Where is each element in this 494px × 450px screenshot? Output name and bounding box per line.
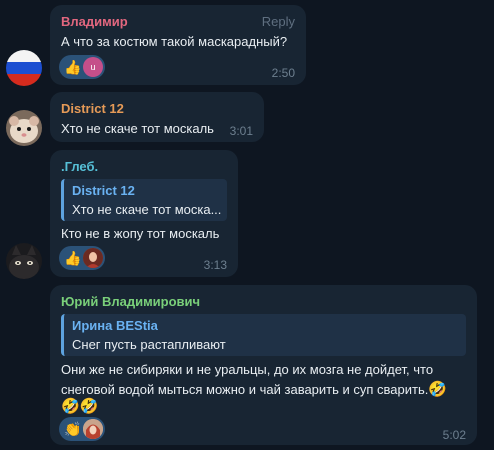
thumbs-up-icon: 👍: [64, 59, 82, 75]
cat-avatar-icon: [6, 243, 42, 279]
reaction-clap[interactable]: 👏: [59, 417, 105, 441]
avatar-vladimir[interactable]: [6, 50, 42, 86]
reply-link[interactable]: Reply: [262, 14, 295, 29]
quoted-reply[interactable]: Ирина BEStia Снег пусть растапливают: [61, 314, 466, 356]
message-bubble-4[interactable]: Юрий Владимирович Ирина BEStia Снег пуст…: [50, 285, 477, 445]
message-time: 2:50: [271, 66, 295, 80]
rofl-emoji-row: 🤣🤣: [61, 398, 99, 415]
reaction-thumbs-up[interactable]: 👍 u: [59, 55, 105, 79]
reaction-thumbs-up[interactable]: 👍: [59, 246, 105, 270]
sender-name[interactable]: .Глеб.: [61, 159, 98, 174]
message-text-line-2-content: снеговой водой мыться можно и чай завари…: [61, 382, 429, 397]
reactor-avatar: [83, 248, 103, 268]
russian-flag-icon: [6, 50, 42, 86]
woman-avatar-icon: [83, 248, 103, 268]
message-text-line-1: Они же не сибиряки и не уральцы, до их м…: [61, 362, 434, 377]
message-text: Кто не в жопу тот москаль: [61, 226, 220, 241]
quoted-text: Хто не скаче тот моска...: [72, 202, 222, 217]
message-time: 5:02: [442, 428, 466, 442]
message-text: Хто не скаче тот москаль: [61, 121, 214, 136]
sender-name[interactable]: Владимир: [61, 14, 128, 29]
clapping-hands-icon: 👏: [64, 421, 82, 437]
hamster-avatar-icon: [6, 110, 42, 146]
message-text-line-2: снеговой водой мыться можно и чай завари…: [61, 380, 447, 398]
message-time: 3:01: [229, 124, 253, 138]
quoted-sender-name: District 12: [72, 183, 135, 198]
message-text: А что за костюм такой маскарадный?: [61, 34, 288, 49]
quoted-reply[interactable]: District 12 Хто не скаче тот моска...: [61, 179, 227, 221]
quoted-sender-name: Ирина BEStia: [72, 318, 158, 333]
message-bubble-2[interactable]: District 12 Хто не скаче тот москаль 3:0…: [50, 92, 264, 142]
quoted-text: Снег пусть растапливают: [72, 337, 226, 352]
reactor-avatar: u: [83, 57, 103, 77]
thumbs-up-icon: 👍: [64, 250, 82, 266]
message-bubble-3[interactable]: .Глеб. District 12 Хто не скаче тот моск…: [50, 150, 238, 277]
woman-avatar-icon: [83, 419, 103, 439]
avatar-gleb[interactable]: [6, 243, 42, 279]
sender-name[interactable]: District 12: [61, 101, 124, 116]
rofl-emoji-icon: 🤣: [428, 381, 448, 398]
message-bubble-1[interactable]: Владимир Reply А что за костюм такой мас…: [50, 5, 306, 85]
avatar-district-12[interactable]: [6, 110, 42, 146]
reactor-avatar: [83, 419, 103, 439]
sender-name[interactable]: Юрий Владимирович: [61, 294, 200, 309]
message-time: 3:13: [203, 258, 227, 272]
